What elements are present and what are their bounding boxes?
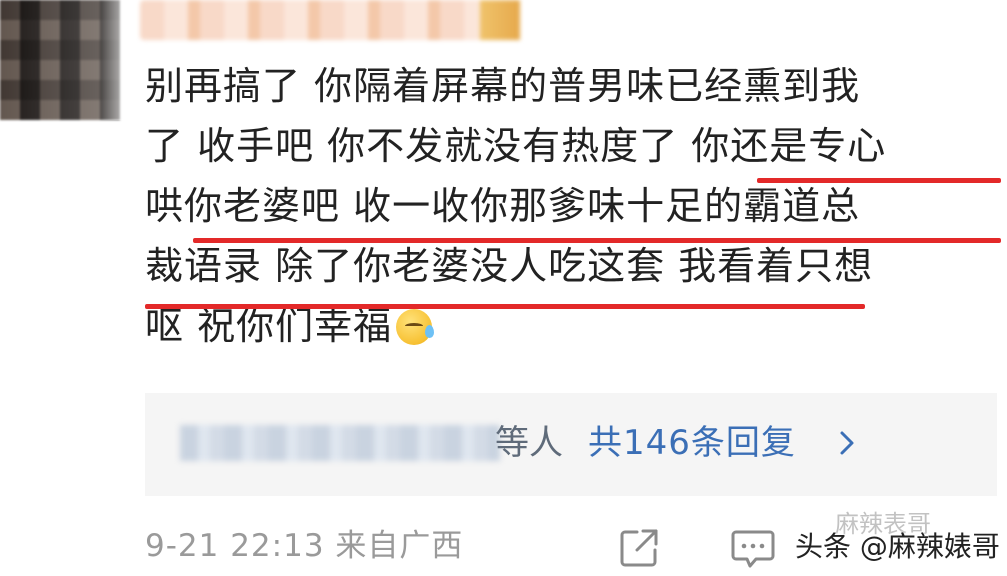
- replier-names-blurred: [180, 425, 500, 461]
- avatar-fade: [100, 0, 140, 120]
- comment-line: 裁语录 除了你老婆没人吃这套 我看着只想: [145, 244, 874, 288]
- replies-suffix: 等人: [495, 423, 563, 463]
- comment-text: 别再搞了 你隔着屏幕的普男味已经熏到我 了 收手吧 你不发就没有热度了 你还是专…: [145, 56, 1005, 356]
- chevron-right-icon[interactable]: [835, 429, 859, 457]
- share-icon[interactable]: [617, 526, 661, 570]
- highlight-underline: [757, 178, 1001, 183]
- comment-line: 哄你老婆吧 收一收你那爹味十足的霸道总: [145, 184, 861, 228]
- comment-line-text: 呕 祝你们幸福: [145, 304, 393, 348]
- replies-count-link[interactable]: 共146条回复: [588, 423, 796, 463]
- comment-line: 了 收手吧 你不发就没有热度了 你还是专心: [145, 124, 887, 168]
- watermark: 头条 @麻辣婊哥: [795, 530, 1000, 563]
- comment-timestamp-location: 9-21 22:13 来自广西: [145, 528, 464, 564]
- username-blurred[interactable]: [140, 0, 520, 40]
- replies-box[interactable]: 等人 共146条回复: [145, 393, 997, 496]
- sweat-smile-emoji-icon: [396, 309, 435, 345]
- comment-line: 别再搞了 你隔着屏幕的普男味已经熏到我: [145, 64, 861, 108]
- comment-icon[interactable]: [730, 526, 776, 570]
- highlight-underline: [145, 304, 865, 309]
- highlight-underline: [193, 238, 1001, 243]
